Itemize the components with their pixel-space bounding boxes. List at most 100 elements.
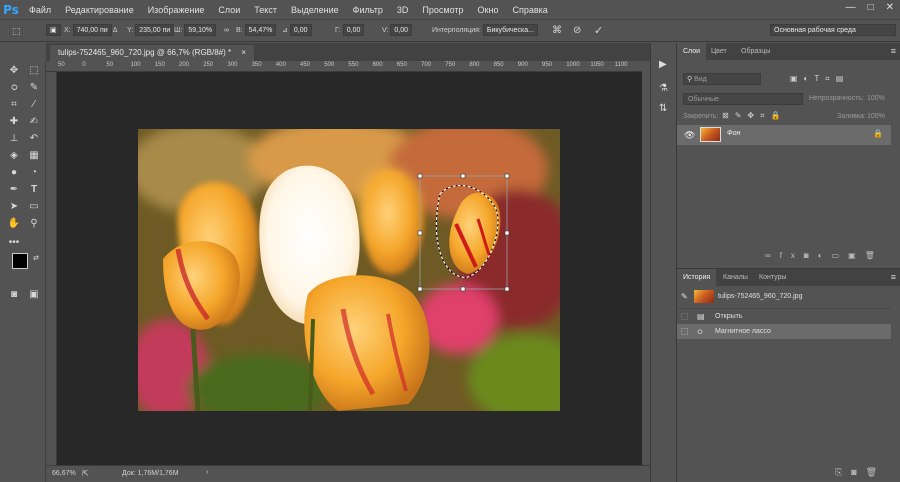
close-window-button[interactable]: ✕ (886, 2, 894, 13)
ruler-tick-label: 1050 (590, 62, 604, 68)
tab-layers[interactable]: Слои (677, 43, 707, 60)
history-footer-icons[interactable]: ⎘◙🗑 (835, 467, 886, 478)
foreground-color-swatch[interactable] (12, 253, 28, 269)
blur-tool-icon[interactable]: ● (6, 165, 22, 179)
eraser-tool-icon[interactable]: ◈ (6, 148, 22, 162)
ruler-tick-label: 250 (203, 62, 214, 68)
layers-footer-icons[interactable]: ∞fx◙◐▭▣🗑 (765, 251, 884, 260)
lasso-tool-icon[interactable]: ഠ (6, 80, 22, 94)
type-tool-icon[interactable]: T (26, 182, 42, 196)
rectangle-tool-icon[interactable]: ▭ (26, 199, 42, 213)
move-tool-icon[interactable]: ✥ (6, 63, 22, 77)
ruler-tick-label: 900 (517, 62, 528, 68)
lock-icon[interactable]: 🔒 (873, 129, 883, 138)
menu-view[interactable]: Просмотр (415, 5, 470, 15)
crop-tool-icon[interactable]: ⌗ (6, 97, 22, 111)
history-snapshot[interactable]: ✎ tulips-752465_960_720.jpg (677, 289, 891, 304)
layer-row[interactable]: 👁 Фон 🔒 (677, 125, 891, 145)
history-brush-tool-icon[interactable]: ↶ (26, 131, 42, 145)
healing-brush-tool-icon[interactable]: ✚ (6, 114, 22, 128)
opacity-field[interactable]: 100% (867, 95, 885, 102)
lock-icons[interactable]: ⊠✎✥⌗🔒 (722, 111, 787, 121)
maximize-button[interactable]: □ (868, 2, 874, 13)
tulips-photo (138, 129, 560, 411)
actions-play-icon[interactable]: ▶ (659, 59, 667, 70)
menu-3d[interactable]: 3D (390, 5, 416, 15)
layer-filter-icons[interactable]: ▣◐T⌗▤ (790, 74, 849, 84)
fill-field[interactable]: 100% (867, 113, 885, 120)
menu-help[interactable]: Справка (505, 5, 554, 15)
hskew-field[interactable]: 0,00 (342, 24, 365, 37)
tab-history[interactable]: История (677, 269, 717, 286)
commit-transform-icon[interactable]: ✓ (594, 24, 603, 38)
brush-presets-icon[interactable]: ⚗ (659, 83, 668, 94)
warp-icon[interactable]: ⌘ (552, 24, 562, 38)
menu-type[interactable]: Текст (247, 5, 284, 15)
layer-name[interactable]: Фон (727, 130, 740, 137)
panel-menu-icon[interactable]: ≡ (891, 46, 896, 56)
width-field[interactable]: 59,10% (184, 24, 217, 37)
interpolation-select[interactable]: Бикубическа... (482, 24, 539, 37)
tab-paths[interactable]: Контуры (753, 269, 792, 286)
close-tab-icon[interactable]: × (241, 48, 246, 57)
history-source-checkbox[interactable] (681, 328, 688, 335)
angle-field[interactable]: 0,00 (289, 24, 312, 37)
history-item[interactable]: ▤ Открыть (677, 308, 891, 323)
layer-filter-field[interactable]: ⚲ Вид (683, 73, 761, 85)
history-brush-source-icon[interactable]: ✎ (681, 289, 688, 304)
adjustments-sliders-icon[interactable]: ⇅ (659, 103, 667, 114)
blend-mode-select[interactable]: Обычные (683, 93, 803, 105)
x-field[interactable]: 740,00 пи (72, 24, 112, 37)
menu-layers[interactable]: Слои (211, 5, 247, 15)
zoom-tool-icon[interactable]: ⚲ (26, 216, 42, 230)
y-field[interactable]: 235,00 пи (135, 24, 175, 37)
swap-colors-icon[interactable]: ⇄ (28, 251, 44, 265)
menu-file[interactable]: Файл (22, 5, 58, 15)
menu-filter[interactable]: Фильтр (346, 5, 390, 15)
path-selection-tool-icon[interactable]: ➤ (6, 199, 22, 213)
history-source-checkbox[interactable] (681, 313, 688, 320)
tab-channels[interactable]: Каналы (717, 269, 754, 286)
brush-tool-icon[interactable]: ✍ (26, 114, 42, 128)
hand-tool-icon[interactable]: ✋ (6, 216, 22, 230)
gradient-tool-icon[interactable]: ▦ (26, 148, 42, 162)
ruler-tick-label: 350 (251, 62, 262, 68)
document-tab-title: tulips-752465_960_720.jpg @ 66,7% (RGB/8… (58, 48, 232, 57)
app-logo: Ps (3, 2, 19, 17)
history-item-selected[interactable]: ഠ Магнитное лассо (677, 324, 891, 339)
tab-swatches[interactable]: Образцы (735, 43, 776, 60)
opacity-label: Непрозрачность: (809, 95, 864, 102)
options-bar: ⬚ ▣ X: 740,00 пи ∆ Y: 235,00 пи Ш: 59,10% ∞… (0, 19, 900, 42)
transform-tool-icon[interactable]: ⬚ (12, 24, 21, 38)
quick-select-tool-icon[interactable]: ✎ (26, 80, 42, 94)
menu-select[interactable]: Выделение (284, 5, 346, 15)
menu-bar: Ps Файл Редактирование Изображение Слои … (0, 0, 900, 19)
document-image[interactable] (138, 129, 560, 411)
screen-mode-icon[interactable]: ▣ (26, 287, 42, 301)
pen-tool-icon[interactable]: ✒ (6, 182, 22, 196)
delta-icon[interactable]: ∆ (113, 24, 117, 38)
menu-image[interactable]: Изображение (141, 5, 212, 15)
marquee-tool-icon[interactable]: ⬚ (26, 63, 42, 77)
dodge-tool-icon[interactable]: ◔ (26, 165, 42, 179)
tab-color[interactable]: Цвет (705, 43, 733, 60)
height-field[interactable]: 54,47% (244, 24, 277, 37)
clone-stamp-tool-icon[interactable]: ⊥ (6, 131, 22, 145)
menu-edit[interactable]: Редактирование (58, 5, 141, 15)
zoom-level[interactable]: 66,67% (52, 470, 76, 477)
eye-icon[interactable]: 👁 (684, 130, 695, 141)
minimize-button[interactable]: — (846, 2, 856, 13)
reference-point-icon[interactable]: ▣ (46, 24, 61, 38)
export-icon[interactable]: ⇱ (82, 469, 89, 478)
history-menu-icon[interactable]: ≡ (891, 272, 896, 282)
status-menu-arrow-icon[interactable]: › (206, 469, 208, 476)
quick-mask-icon[interactable]: ◙ (6, 287, 22, 301)
eyedropper-tool-icon[interactable]: ⁄ (26, 97, 42, 111)
link-icon[interactable]: ∞ (224, 24, 229, 38)
cancel-transform-icon[interactable]: ⊘ (573, 24, 581, 38)
document-tab[interactable]: tulips-752465_960_720.jpg @ 66,7% (RGB/8… (50, 45, 255, 61)
menu-window[interactable]: Окно (471, 5, 506, 15)
more-tools-icon[interactable]: ••• (6, 235, 22, 249)
vskew-field[interactable]: 0,00 (390, 24, 412, 37)
workspace-select[interactable]: Основная рабочая среда (770, 24, 896, 37)
